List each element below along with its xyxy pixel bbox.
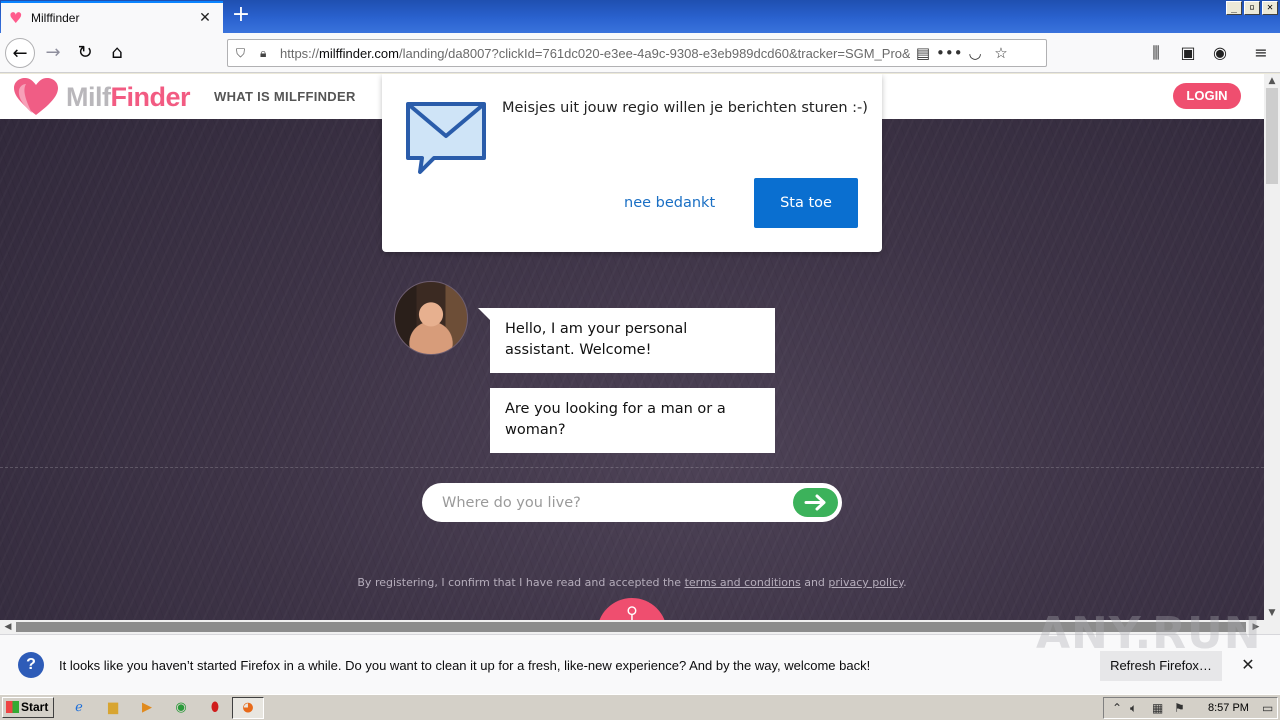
arrow-right-icon	[804, 494, 826, 511]
show-desktop-icon[interactable]: ▭	[1262, 701, 1273, 715]
clock[interactable]: 8:57 PM	[1208, 702, 1249, 714]
logo-heart-icon	[14, 78, 58, 115]
login-button[interactable]: LOGIN	[1173, 83, 1241, 109]
tab-title: Milffinder	[31, 11, 80, 25]
internet-explorer-icon[interactable]: ℯ	[70, 699, 88, 717]
minimize-icon[interactable]: _	[1226, 1, 1242, 15]
home-button[interactable]: ⌂	[102, 38, 132, 68]
bookmark-star-icon[interactable]: ☆	[988, 44, 1014, 62]
media-player-icon[interactable]: ▶	[138, 699, 156, 717]
location-search	[422, 483, 842, 522]
vertical-scroll-thumb[interactable]	[1266, 88, 1278, 184]
windows-flag-icon	[6, 701, 19, 713]
url-text[interactable]: https://milffinder.com/landing/da8007?cl…	[280, 46, 910, 61]
window-controls: _ ▫ ✕	[1226, 1, 1278, 15]
file-explorer-icon[interactable]: ▆	[104, 699, 122, 717]
menu-icon[interactable]: ≡	[1250, 43, 1272, 65]
question-icon: ?	[18, 652, 44, 678]
terms-text: By registering, I confirm that I have re…	[0, 576, 1264, 589]
scrollbar-corner	[1264, 620, 1280, 634]
forward-button[interactable]: →	[38, 38, 68, 68]
chat-bubble-question: Are you looking for a man or a woman?	[490, 388, 775, 453]
gender-select-button[interactable]: ⚲	[597, 598, 667, 620]
what-is-milffinder-link[interactable]: WHAT IS MILFFINDER	[214, 89, 356, 104]
divider	[0, 467, 1264, 468]
logo-text-finder: Finder	[110, 82, 191, 112]
close-window-icon[interactable]: ✕	[1262, 1, 1278, 15]
reload-button[interactable]: ↻	[70, 38, 100, 68]
privacy-link[interactable]: privacy policy	[828, 576, 903, 589]
message-envelope-icon	[406, 102, 486, 174]
library-icon[interactable]: ⫼	[1145, 43, 1167, 65]
vertical-scrollbar[interactable]: ▲ ▼	[1264, 74, 1280, 620]
opera-icon[interactable]: ⬮	[206, 699, 224, 717]
page-actions-icon[interactable]: •••	[936, 44, 963, 62]
location-input[interactable]	[442, 492, 782, 514]
logo-text-milf: Milf	[66, 82, 111, 112]
terms-prefix: By registering, I confirm that I have re…	[357, 576, 682, 589]
account-icon[interactable]: ◉	[1209, 43, 1231, 65]
system-tray: ⌃ 🔈︎ ▦ ⚑ 8:57 PM ▭	[1103, 697, 1278, 719]
scroll-left-icon[interactable]: ◀	[0, 620, 16, 634]
tab-milffinder[interactable]: ♥ Milffinder ✕	[1, 1, 223, 33]
terms-period: .	[903, 576, 907, 589]
chat-bubble-welcome: Hello, I am your personal assistant. Wel…	[478, 308, 775, 373]
url-bar[interactable]: ⛉ 🔒︎ https://milffinder.com/landing/da80…	[227, 39, 1047, 67]
popup-message: Meisjes uit jouw regio willen je bericht…	[502, 100, 868, 116]
terms-link[interactable]: terms and conditions	[685, 576, 801, 589]
tracking-protection-icon[interactable]: ⛉	[236, 46, 250, 60]
submit-location-button[interactable]	[793, 488, 838, 517]
chrome-icon[interactable]: ◉	[172, 699, 190, 717]
sidebar-icon[interactable]: ▣	[1177, 43, 1199, 65]
restore-icon[interactable]: ▫	[1244, 1, 1260, 15]
pocket-icon[interactable]: ◡	[962, 44, 988, 62]
notification-permission-popup: Meisjes uit jouw regio willen je bericht…	[382, 74, 882, 252]
deny-notifications-button[interactable]: nee bedankt	[624, 195, 715, 211]
lock-icon[interactable]: 🔒︎	[260, 46, 272, 60]
start-button[interactable]: Start	[2, 697, 54, 718]
assistant-avatar	[394, 281, 468, 355]
scroll-down-icon[interactable]: ▼	[1264, 606, 1280, 620]
heart-favicon-icon: ♥	[9, 9, 23, 27]
network-icon[interactable]: ▦	[1152, 701, 1163, 715]
action-center-flag-icon[interactable]: ⚑	[1174, 701, 1185, 715]
tab-strip: ♥ Milffinder ✕ + _ ▫ ✕	[0, 0, 1280, 33]
scroll-up-icon[interactable]: ▲	[1264, 74, 1280, 88]
back-button[interactable]: ←	[5, 38, 35, 68]
start-label: Start	[21, 700, 49, 714]
notification-text: It looks like you haven’t started Firefo…	[59, 658, 871, 673]
terms-and: and	[804, 576, 825, 589]
page-viewport: MilfFinder WHAT IS MILFFINDER LOGIN Hell…	[0, 74, 1264, 620]
allow-notifications-button[interactable]: Sta toe	[754, 178, 858, 228]
close-tab-icon[interactable]: ✕	[197, 10, 213, 26]
firefox-icon[interactable]: ◕	[239, 699, 257, 717]
volume-icon[interactable]: 🔈︎	[1130, 701, 1137, 716]
site-logo[interactable]: MilfFinder	[66, 82, 191, 113]
new-tab-button[interactable]: +	[230, 4, 252, 28]
reader-view-icon[interactable]: ▤	[910, 44, 936, 62]
anyrun-watermark: ANY.RUN	[1036, 608, 1262, 659]
navigation-toolbar: ← → ↻ ⌂ ⛉ 🔒︎ https://milffinder.com/land…	[0, 33, 1280, 73]
windows-taskbar: Start ℯ ▆ ▶ ◉ ⬮ ◕ ⌃ 🔈︎ ▦ ⚑ 8:57 PM ▭	[0, 694, 1280, 720]
tray-expand-icon[interactable]: ⌃	[1112, 701, 1122, 715]
